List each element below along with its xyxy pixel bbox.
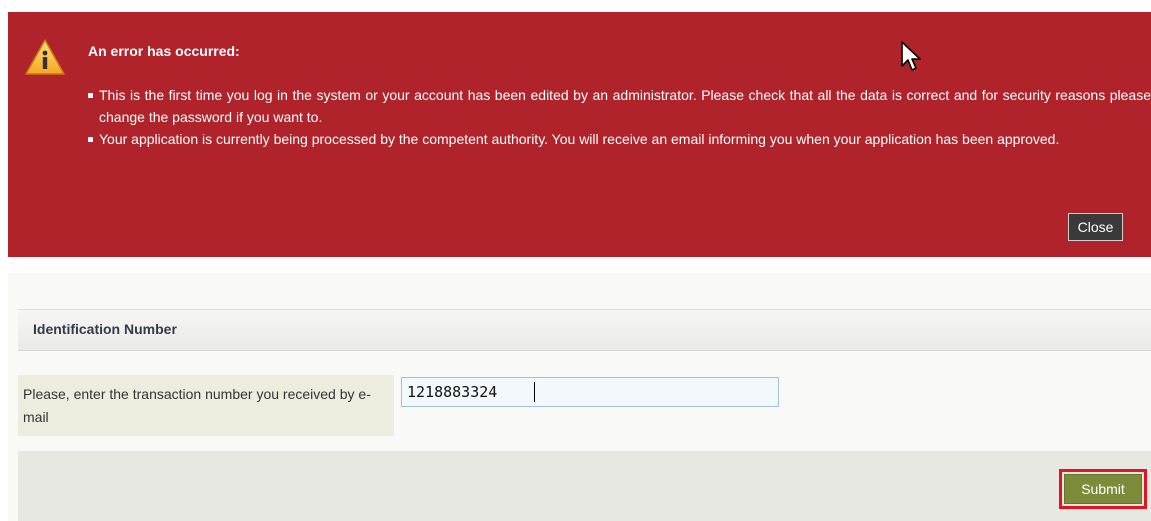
error-message: This is the first time you log in the sy…: [88, 84, 1151, 128]
section-title: Identification Number: [33, 321, 177, 337]
error-message: Your application is currently being proc…: [88, 128, 1151, 150]
warning-icon: [25, 39, 65, 75]
form-footer: [18, 451, 1151, 521]
transaction-number-label: Please, enter the transaction number you…: [23, 386, 371, 425]
error-banner: An error has occurred: This is the first…: [8, 12, 1151, 257]
page: An error has occurred: This is the first…: [0, 0, 1151, 521]
error-message-list: This is the first time you log in the sy…: [88, 84, 1151, 150]
mouse-cursor-icon: [901, 41, 921, 71]
section-header: Identification Number: [18, 309, 1151, 351]
text-caret: [534, 382, 535, 402]
error-title: An error has occurred:: [88, 43, 240, 59]
field-label-cell: Please, enter the transaction number you…: [18, 375, 394, 436]
transaction-number-input[interactable]: [401, 377, 779, 407]
submit-button[interactable]: Submit: [1064, 474, 1142, 504]
close-button[interactable]: Close: [1068, 213, 1123, 241]
